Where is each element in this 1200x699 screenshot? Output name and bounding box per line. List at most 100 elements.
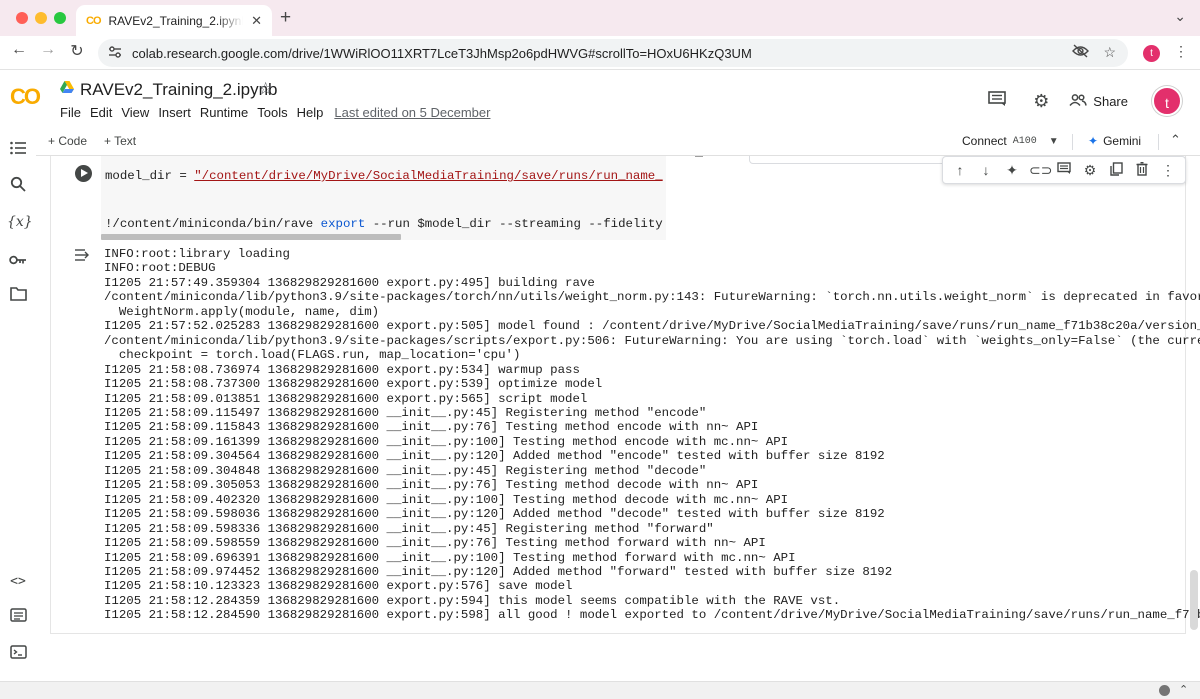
share-button[interactable]: Share [1069, 94, 1128, 109]
output-line: /content/miniconda/lib/python3.9/site-pa… [104, 333, 1200, 348]
move-down-icon[interactable]: ↓ [977, 162, 995, 178]
output-line: I1205 21:58:09.304848 136829829281600 __… [104, 463, 707, 478]
code-text: !/content/miniconda/bin/rave [105, 217, 321, 231]
files-folder-icon[interactable] [7, 286, 29, 308]
output-line: I1205 21:57:52.025283 136829829281600 ex… [104, 319, 1200, 334]
menu-help[interactable]: Help [297, 105, 324, 120]
cell-actions-toolbar: ↑ ↓ ✦ ⊂⊃ ⚙ ⋮ [942, 156, 1186, 184]
output-line: I1205 21:58:09.696391 136829829281600 __… [104, 550, 796, 565]
output-line: I1205 21:58:08.736974 136829829281600 ex… [104, 362, 580, 377]
caret-down-icon[interactable]: ▼ [1049, 136, 1059, 147]
output-line: I1205 21:58:08.737300 136829829281600 ex… [104, 377, 603, 392]
star-notebook-icon[interactable]: ☆ [258, 79, 273, 99]
reload-icon[interactable]: ↻ [66, 41, 88, 61]
settings-icon[interactable]: ⚙ [1081, 162, 1099, 179]
tab-close-icon[interactable]: ✕ [251, 13, 262, 29]
last-edited-link[interactable]: Last edited on 5 December [334, 105, 490, 120]
tab-search-chevron-icon[interactable]: ⌄ [1174, 8, 1186, 25]
notebook-area: model_dir = "/content/drive/MyDrive/Soci… [36, 156, 1200, 681]
search-icon[interactable] [7, 176, 29, 198]
output-line: I1205 21:58:09.598036 136829829281600 __… [104, 507, 885, 522]
mirror-cell-icon[interactable] [1107, 161, 1125, 179]
terminal-icon[interactable] [7, 644, 29, 666]
chevron-up-icon[interactable]: ⌃ [1170, 132, 1181, 148]
code-string-literal: "/content/drive/MyDrive/SocialMediaTrain… [194, 169, 663, 183]
code-keyword: export [320, 217, 366, 231]
output-line: checkpoint = torch.load(FLAGS.run, map_l… [104, 348, 521, 363]
menu-runtime[interactable]: Runtime [200, 105, 248, 120]
move-up-icon[interactable]: ↑ [951, 162, 969, 178]
menu-view[interactable]: View [121, 105, 149, 120]
left-sidebar: {x} <> [0, 128, 36, 699]
site-info-icon[interactable] [108, 45, 126, 61]
command-palette-icon[interactable] [7, 607, 29, 629]
connect-runtime-button[interactable]: Connect A100 ▼ [962, 134, 1059, 148]
output-line: INFO:root:library loading [104, 247, 290, 261]
window-zoom-button[interactable] [54, 12, 66, 24]
page-vertical-scrollbar[interactable] [1190, 570, 1198, 630]
run-cell-icon[interactable] [75, 165, 92, 182]
colab-logo[interactable]: CO [10, 84, 41, 110]
variables-icon[interactable]: {x} [7, 211, 33, 233]
add-text-button[interactable]: + Text [104, 134, 136, 148]
tab-title: RAVEv2_Training_2.ipynb - Colab [108, 13, 244, 28]
output-toggle-icon[interactable] [74, 248, 90, 265]
gemini-sparkle-icon[interactable]: ✦ [1003, 162, 1021, 179]
link-icon[interactable]: ⊂⊃ [1029, 162, 1052, 179]
comment-icon[interactable] [1055, 162, 1073, 178]
more-vert-icon[interactable]: ⋮ [1159, 162, 1177, 179]
new-tab-button[interactable]: + [280, 7, 291, 29]
browser-tab-active[interactable]: CO RAVEv2_Training_2.ipynb - Colab ✕ [76, 5, 272, 36]
window-minimize-button[interactable] [35, 12, 47, 24]
code-snippets-icon[interactable]: <> [7, 571, 29, 593]
output-line: I1205 21:58:09.402320 136829829281600 __… [104, 492, 789, 507]
output-line: I1205 21:58:09.013851 136829829281600 ex… [104, 391, 588, 406]
address-bar[interactable]: colab.research.google.com/drive/1WWiRlOO… [98, 39, 1128, 67]
settings-gear-icon[interactable]: ⚙ [1029, 89, 1053, 113]
url-text: colab.research.google.com/drive/1WWiRlOO… [132, 45, 752, 61]
status-bar: ⌃ [0, 681, 1200, 699]
gemini-label: Gemini [1103, 134, 1142, 148]
output-line: I1205 21:57:49.359304 136829829281600 ex… [104, 275, 595, 290]
back-arrow-icon[interactable]: ← [8, 41, 30, 59]
code-horizontal-scrollbar[interactable] [101, 234, 401, 240]
browser-profile-avatar[interactable]: t [1143, 45, 1160, 62]
menu-insert[interactable]: Insert [158, 105, 191, 120]
output-line: I1205 21:58:09.115497 136829829281600 __… [104, 405, 707, 420]
secrets-key-icon[interactable] [7, 250, 29, 272]
eye-off-icon[interactable] [1072, 44, 1090, 61]
connect-gpu-label: A100 [1012, 135, 1037, 147]
output-line: I1205 21:58:09.598336 136829829281600 __… [104, 521, 714, 536]
output-line: I1205 21:58:12.284590 136829829281600 ex… [104, 608, 1200, 623]
output-line: I1205 21:58:09.161399 136829829281600 __… [104, 434, 789, 449]
comments-icon[interactable] [985, 89, 1009, 113]
forward-arrow-icon[interactable]: → [37, 41, 59, 59]
cell-overlay-edge [749, 156, 959, 164]
user-avatar[interactable]: t [1152, 86, 1182, 116]
code-editor[interactable]: model_dir = "/content/drive/MyDrive/Soci… [101, 156, 666, 240]
menu-tools[interactable]: Tools [257, 105, 287, 120]
notebook-toolbar: + Code + Text Connect A100 ▼ ✦ Gemini ⌃ [36, 128, 1200, 156]
toc-icon[interactable] [7, 140, 29, 162]
output-line: WeightNorm.apply(module, name, dim) [104, 304, 380, 319]
toolbar-divider [1158, 134, 1159, 150]
chevron-up-icon[interactable]: ⌃ [1179, 683, 1188, 696]
menu-file[interactable]: File [60, 105, 81, 120]
gemini-button[interactable]: ✦ Gemini [1088, 134, 1141, 148]
window-close-button[interactable] [16, 12, 28, 24]
menu-bar: File Edit View Insert Runtime Tools Help… [60, 105, 490, 120]
share-label: Share [1093, 93, 1128, 109]
browser-menu-icon[interactable]: ⋮ [1174, 43, 1188, 60]
code-text: model_dir = [105, 169, 195, 183]
menu-edit[interactable]: Edit [90, 105, 112, 120]
browser-toolbar: ← → ↻ colab.research.google.com/drive/1W… [0, 36, 1200, 70]
bookmark-star-icon[interactable]: ☆ [1103, 44, 1116, 61]
code-cell[interactable]: model_dir = "/content/drive/MyDrive/Soci… [50, 156, 1200, 634]
add-code-button[interactable]: + Code [48, 134, 87, 148]
runtime-status-icon[interactable] [1159, 685, 1170, 696]
notebook-title[interactable]: RAVEv2_Training_2.ipynb [80, 80, 278, 100]
delete-icon[interactable] [1133, 161, 1151, 179]
output-line: /content/miniconda/lib/python3.9/site-pa… [104, 290, 1200, 305]
toolbar-divider [1072, 134, 1073, 150]
colab-header: CO RAVEv2_Training_2.ipynb ☆ File Edit V… [0, 70, 1200, 128]
